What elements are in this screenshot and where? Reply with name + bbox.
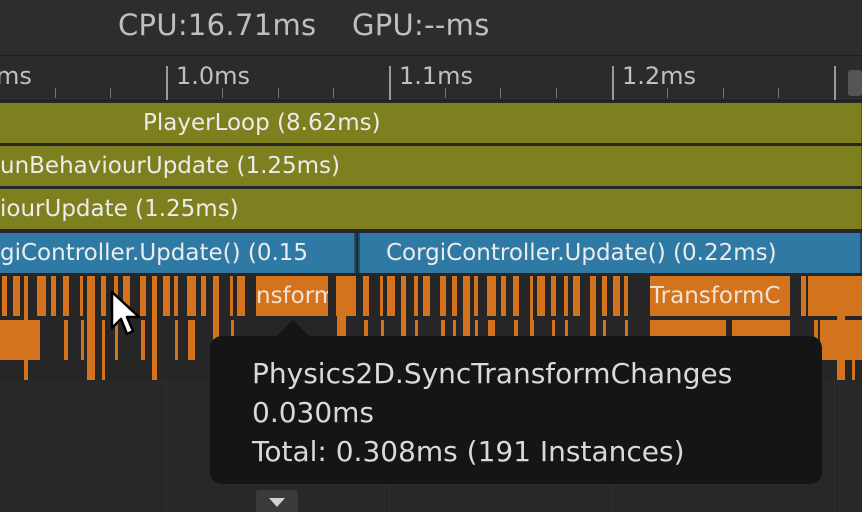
sample-bar[interactable]	[837, 276, 845, 380]
sample-bar[interactable]	[87, 276, 95, 380]
sample-bar[interactable]	[163, 276, 170, 316]
sample-bar[interactable]	[801, 276, 806, 316]
sample-bar[interactable]	[230, 276, 233, 316]
sample-bar[interactable]	[474, 276, 478, 316]
ruler-minor-tick	[667, 88, 668, 98]
sample-bar[interactable]	[102, 320, 105, 380]
sample-bar[interactable]	[813, 276, 819, 316]
sample-bar[interactable]	[237, 276, 245, 316]
sample-bar[interactable]	[564, 276, 568, 316]
sample-bar[interactable]	[174, 276, 178, 316]
ruler-label: 1.1ms	[399, 62, 474, 90]
sample-bar[interactable]	[573, 276, 580, 316]
sample-bar[interactable]	[101, 276, 106, 316]
ruler-minor-tick	[500, 88, 501, 98]
tooltip-pointer	[277, 320, 309, 336]
sample-bar[interactable]	[64, 320, 68, 360]
sample-bar[interactable]	[351, 276, 356, 316]
sample-label: giController.Update() (0.15	[0, 240, 309, 266]
cpu-time: CPU:16.71ms	[118, 8, 317, 42]
ruler-minor-tick	[778, 88, 779, 98]
sample-bar[interactable]	[37, 276, 46, 316]
ruler-minor-tick	[278, 88, 279, 98]
ruler-major-tick	[834, 66, 836, 100]
sample-bar[interactable]	[452, 276, 457, 316]
sample-bar[interactable]	[51, 276, 56, 316]
ruler-label: 1.2ms	[622, 62, 697, 90]
sample-label: CorgiController.Update() (0.22ms)	[386, 240, 777, 266]
sample-bar[interactable]	[613, 276, 620, 316]
ruler-major-tick	[612, 66, 614, 100]
sample-bar[interactable]	[2, 276, 7, 316]
sample-bar[interactable]	[423, 276, 430, 316]
ruler-minor-tick	[556, 88, 557, 98]
sample-bar-sync-transform-right[interactable]: TransformC	[650, 276, 790, 316]
sample-bar[interactable]	[13, 276, 20, 316]
sample-bar[interactable]	[80, 276, 83, 316]
sample-bar[interactable]	[188, 320, 195, 360]
sample-bar[interactable]	[81, 320, 84, 360]
tooltip-sample-name: Physics2D.SyncTransformChanges	[252, 357, 733, 390]
sample-bar[interactable]	[24, 276, 28, 380]
sample-bar[interactable]	[537, 276, 545, 316]
sample-bar[interactable]	[852, 320, 855, 380]
sample-bar[interactable]	[187, 276, 196, 316]
sample-bar[interactable]	[487, 276, 496, 316]
tooltip-sample-time: 0.030ms	[252, 396, 375, 429]
ruler-minor-tick	[55, 88, 56, 98]
ruler-minor-tick	[445, 88, 446, 98]
time-ruler[interactable]: ms 1.0ms 1.1ms 1.2ms	[0, 56, 862, 101]
sample-bar[interactable]	[513, 276, 519, 316]
sample-bar[interactable]	[175, 320, 178, 360]
frame-timing: CPU:16.71ms GPU:--ms	[118, 8, 516, 42]
timeline-scrollbar[interactable]	[848, 70, 862, 96]
gpu-time: GPU:--ms	[351, 8, 490, 42]
ruler-minor-tick	[222, 88, 223, 98]
sample-bar-run-behaviour-update[interactable]: unBehaviourUpdate (1.25ms)	[0, 146, 862, 186]
sample-bar[interactable]	[201, 276, 206, 316]
timeline-gridline	[834, 380, 835, 512]
sample-bar[interactable]	[153, 320, 156, 380]
sample-label: iourUpdate (1.25ms)	[0, 196, 239, 222]
sample-label: PlayerLoop (8.62ms)	[143, 110, 381, 136]
sample-bar-sync-transform-left[interactable]: nsform	[256, 276, 328, 316]
ruler-minor-tick	[333, 88, 334, 98]
sample-bar[interactable]	[380, 276, 383, 316]
sample-bar-corgi-update-right[interactable]: CorgiController.Update() (0.22ms)	[358, 233, 862, 273]
sample-bar[interactable]	[440, 276, 446, 316]
timeline-gridline	[166, 380, 167, 512]
sample-bar[interactable]	[602, 276, 607, 316]
sample-bar-behaviour-update[interactable]: iourUpdate (1.25ms)	[0, 189, 862, 229]
tooltip-sample-total: Total: 0.308ms (191 Instances)	[252, 435, 685, 468]
sample-bar[interactable]	[363, 276, 369, 316]
sample-bar[interactable]	[501, 276, 506, 316]
profiler-header: CPU:16.71ms GPU:--ms	[0, 0, 862, 56]
ruler-major-tick	[166, 66, 168, 100]
sample-bar[interactable]	[414, 276, 418, 316]
ruler-major-tick	[389, 66, 391, 100]
sample-label: unBehaviourUpdate (1.25ms)	[0, 153, 341, 179]
sample-bar-corgi-update-left[interactable]: giController.Update() (0.15	[0, 233, 356, 273]
sample-bar[interactable]	[551, 276, 556, 316]
ruler-minor-tick	[723, 88, 724, 98]
sample-bar-player-loop[interactable]: PlayerLoop (8.62ms)	[0, 103, 862, 143]
ruler-label: 1.0ms	[176, 62, 251, 90]
sample-bar[interactable]	[63, 276, 69, 316]
chevron-down-icon[interactable]	[256, 490, 298, 512]
sample-bar[interactable]	[851, 276, 856, 316]
ruler-minor-tick	[110, 88, 111, 98]
sample-bar[interactable]	[387, 276, 395, 316]
sample-label: nsform	[256, 283, 328, 309]
sample-bar[interactable]	[624, 276, 628, 316]
sample-tooltip: Physics2D.SyncTransformChanges 0.030ms T…	[210, 336, 822, 484]
sample-bar[interactable]	[830, 276, 833, 316]
sample-label: TransformC	[650, 283, 781, 309]
sample-bar[interactable]	[0, 320, 40, 360]
ruler-label-partial: ms	[0, 62, 32, 90]
mouse-pointer-icon	[110, 290, 141, 336]
sample-bar[interactable]	[831, 320, 834, 360]
